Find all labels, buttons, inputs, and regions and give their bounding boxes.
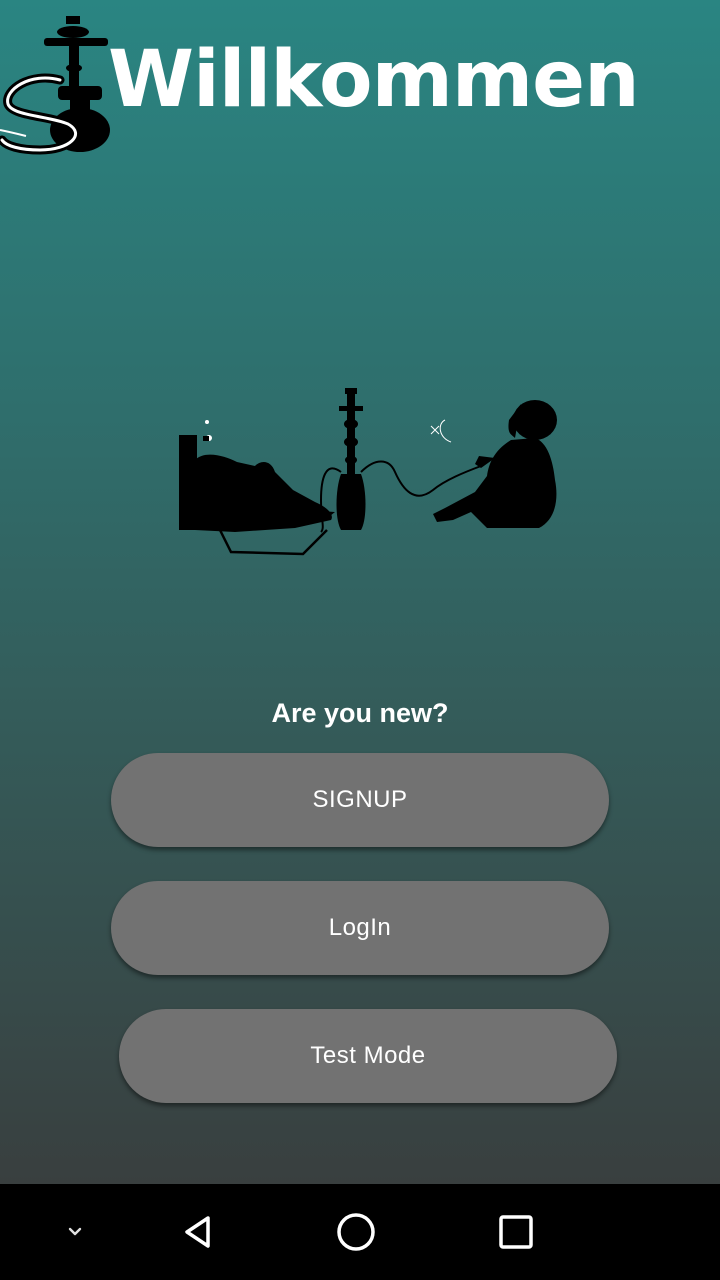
- recents-icon[interactable]: [488, 1184, 544, 1280]
- system-navigation-bar: [0, 1184, 720, 1280]
- are-you-new-label: Are you new?: [271, 698, 449, 728]
- back-icon[interactable]: [170, 1184, 226, 1280]
- test-mode-button-label: Test Mode: [310, 1042, 426, 1069]
- login-button[interactable]: LogIn: [111, 881, 609, 975]
- signup-button-label: SIGNUP: [312, 786, 408, 813]
- page-title: Willkommen: [108, 35, 640, 125]
- welcome-screen: Willkommen Are you new? SIGNUP LogIn Tes…: [0, 0, 720, 1184]
- test-mode-button[interactable]: Test Mode: [119, 1009, 617, 1103]
- home-icon[interactable]: [328, 1184, 384, 1280]
- chevron-down-icon[interactable]: [52, 1184, 98, 1280]
- signup-button[interactable]: SIGNUP: [111, 753, 609, 847]
- login-button-label: LogIn: [328, 914, 392, 941]
- hookah-logo-icon: [0, 16, 110, 155]
- header: Willkommen: [0, 0, 720, 170]
- people-smoking-hookah-illustration: [179, 388, 557, 556]
